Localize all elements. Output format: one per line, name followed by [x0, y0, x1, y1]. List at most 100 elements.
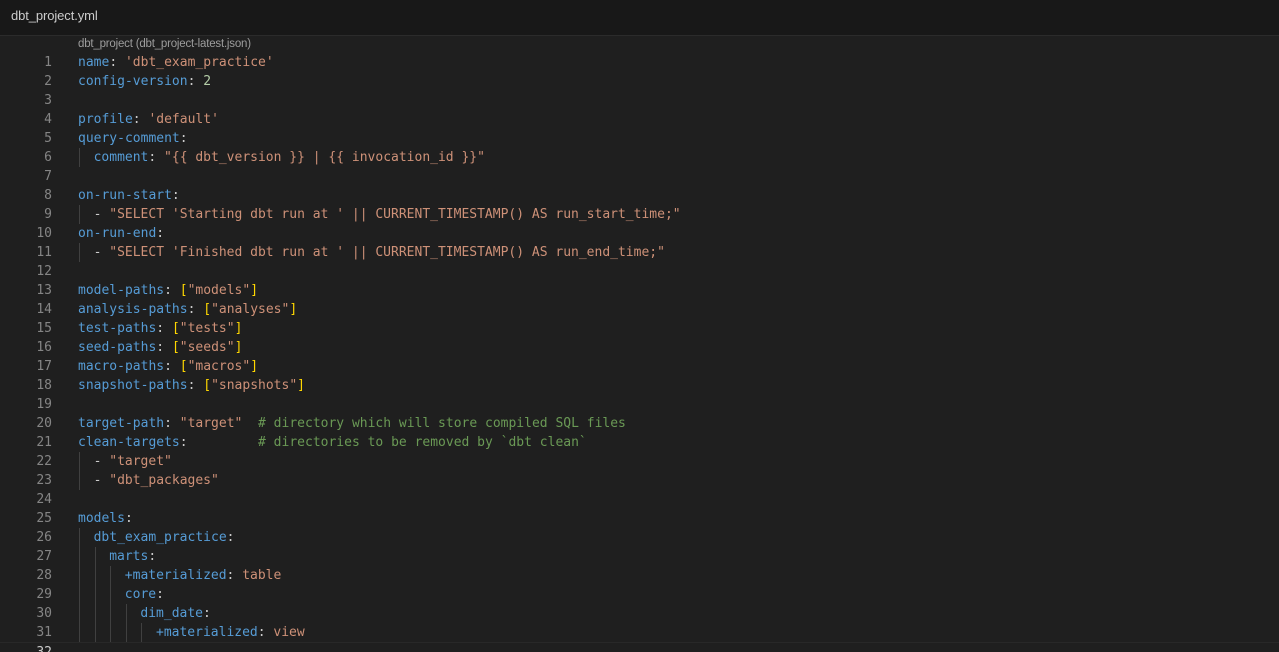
code-token: "dbt_packages" — [109, 473, 219, 488]
code-token: : — [226, 530, 235, 545]
line-content: core: — [125, 585, 164, 604]
code-token: - — [93, 473, 110, 488]
line-content: profile: 'default' — [78, 110, 219, 129]
code-token: : — [156, 321, 172, 336]
code-token: ] — [234, 340, 243, 355]
line-number: 20 — [36, 416, 52, 431]
indent-guide — [94, 623, 96, 642]
line-number: 9 — [44, 207, 52, 222]
code-line[interactable]: 8 on-run-start: — [0, 186, 1279, 205]
line-number: 2 — [44, 74, 52, 89]
code-token: dbt_exam_practice — [93, 530, 227, 545]
code-line[interactable]: 15 test-paths: ["tests"] — [0, 319, 1279, 338]
code-line[interactable]: 19 — [0, 395, 1279, 414]
code-line[interactable]: 1 name: 'dbt_exam_practice' — [0, 53, 1279, 72]
code-line[interactable]: 30 dim_date: — [0, 604, 1279, 623]
code-line[interactable]: 16 seed-paths: ["seeds"] — [0, 338, 1279, 357]
line-number: 8 — [44, 188, 52, 203]
tab-dbt-project-yml[interactable]: dbt_project.yml — [11, 8, 98, 23]
code-line[interactable]: 7 — [0, 167, 1279, 186]
code-line[interactable]: 24 — [0, 490, 1279, 509]
code-line[interactable]: 2 config-version: 2 — [0, 72, 1279, 91]
code-token: "models" — [187, 283, 251, 298]
code-token: table — [242, 568, 282, 583]
code-line[interactable]: 11 - "SELECT 'Finished dbt run at ' || CU… — [0, 243, 1279, 262]
code-token: ] — [297, 378, 305, 393]
line-number: 11 — [36, 245, 52, 260]
code-token: +materialized — [156, 625, 258, 640]
code-line[interactable]: 25 models: — [0, 509, 1279, 528]
code-token: "target" — [109, 454, 172, 469]
code-token: clean-targets — [78, 435, 180, 450]
indent-guide — [79, 471, 80, 490]
code-token: : — [156, 226, 165, 241]
indent-guide — [79, 243, 80, 262]
code-line[interactable]: 5 query-comment: — [0, 129, 1279, 148]
code-token: analysis-paths — [78, 302, 188, 317]
code-line[interactable]: 29 core: — [0, 585, 1279, 604]
code-line[interactable]: 9 - "SELECT 'Starting dbt run at ' || CUR… — [0, 205, 1279, 224]
line-content: test-paths: ["tests"] — [78, 319, 242, 338]
indent-guide — [79, 528, 80, 547]
code-line[interactable]: 3 — [0, 91, 1279, 110]
code-line[interactable]: 12 — [0, 262, 1279, 281]
code-token: 'dbt_exam_practice' — [124, 55, 274, 70]
line-number: 31 — [36, 625, 52, 640]
line-content: clean-targets: # directories to be remov… — [78, 433, 587, 452]
code-line[interactable]: 22 - "target" — [0, 452, 1279, 471]
code-line[interactable]: 26 dbt_exam_practice: — [0, 528, 1279, 547]
code-line[interactable]: 28 +materialized: table — [0, 566, 1279, 585]
code-token: on-run-start — [78, 188, 172, 203]
code-token: "target" — [179, 416, 243, 431]
code-line[interactable]: 21 clean-targets: # directories to be rem… — [0, 433, 1279, 452]
code-token: - — [93, 207, 110, 222]
line-content: +materialized: table — [125, 566, 282, 585]
line-content: on-run-end: — [78, 224, 164, 243]
line-number: 22 — [36, 454, 52, 469]
code-line[interactable]: 18 snapshot-paths: ["snapshots"] — [0, 376, 1279, 395]
code-token: : — [124, 511, 133, 526]
code-line[interactable]: 4 profile: 'default' — [0, 110, 1279, 129]
line-content: analysis-paths: ["analyses"] — [78, 300, 297, 319]
line-content: - "target" — [94, 452, 172, 471]
code-token: "{{ dbt_version }} | {{ invocation_id }}… — [164, 150, 485, 165]
indent-guide — [125, 604, 127, 623]
line-content: dim_date: — [140, 604, 210, 623]
line-number: 24 — [36, 492, 52, 507]
schema-codelens[interactable]: dbt_project (dbt_project-latest.json) — [78, 38, 251, 50]
code-line[interactable]: 17 macro-paths: ["macros"] — [0, 357, 1279, 376]
code-token: : — [132, 112, 149, 127]
code-line[interactable]: 20 target-path: "target" # directory whic… — [0, 414, 1279, 433]
line-number: 26 — [36, 530, 52, 545]
code-token: : — [226, 568, 243, 583]
code-editor[interactable]: 1 name: 'dbt_exam_practice' 2 config-versio… — [0, 53, 1279, 652]
line-number: 14 — [36, 302, 52, 317]
line-number: 29 — [36, 587, 52, 602]
code-line[interactable]: 14 analysis-paths: ["analyses"] — [0, 300, 1279, 319]
code-line[interactable]: 31 +materialized: view — [0, 623, 1279, 642]
code-token: : — [148, 150, 165, 165]
indent-guide — [79, 623, 80, 642]
line-content: target-path: "target" # directory which … — [78, 414, 626, 433]
code-line[interactable]: 10 on-run-end: — [0, 224, 1279, 243]
indent-guide — [125, 623, 127, 642]
code-token: "SELECT 'Finished dbt run at ' || CURREN… — [109, 245, 665, 260]
code-line[interactable]: 13 model-paths: ["models"] — [0, 281, 1279, 300]
indent-guide — [94, 566, 96, 585]
code-line[interactable]: 32 — [0, 642, 1279, 652]
code-token: # directory which will store compiled SQ… — [258, 416, 626, 431]
code-line[interactable]: 23 - "dbt_packages" — [0, 471, 1279, 490]
line-number: 30 — [36, 606, 52, 621]
code-line[interactable]: 6 comment: "{{ dbt_version }} | {{ invoca… — [0, 148, 1279, 167]
line-content: comment: "{{ dbt_version }} | {{ invocat… — [94, 148, 485, 167]
code-line[interactable]: 27 marts: — [0, 547, 1279, 566]
code-token: : — [148, 549, 157, 564]
code-token: name — [78, 55, 110, 70]
indent-guide — [79, 604, 80, 623]
code-token: model-paths — [78, 283, 165, 298]
indent-guide — [79, 148, 80, 167]
indent-guide — [79, 585, 80, 604]
indent-guide — [141, 623, 143, 642]
line-number: 6 — [44, 150, 52, 165]
